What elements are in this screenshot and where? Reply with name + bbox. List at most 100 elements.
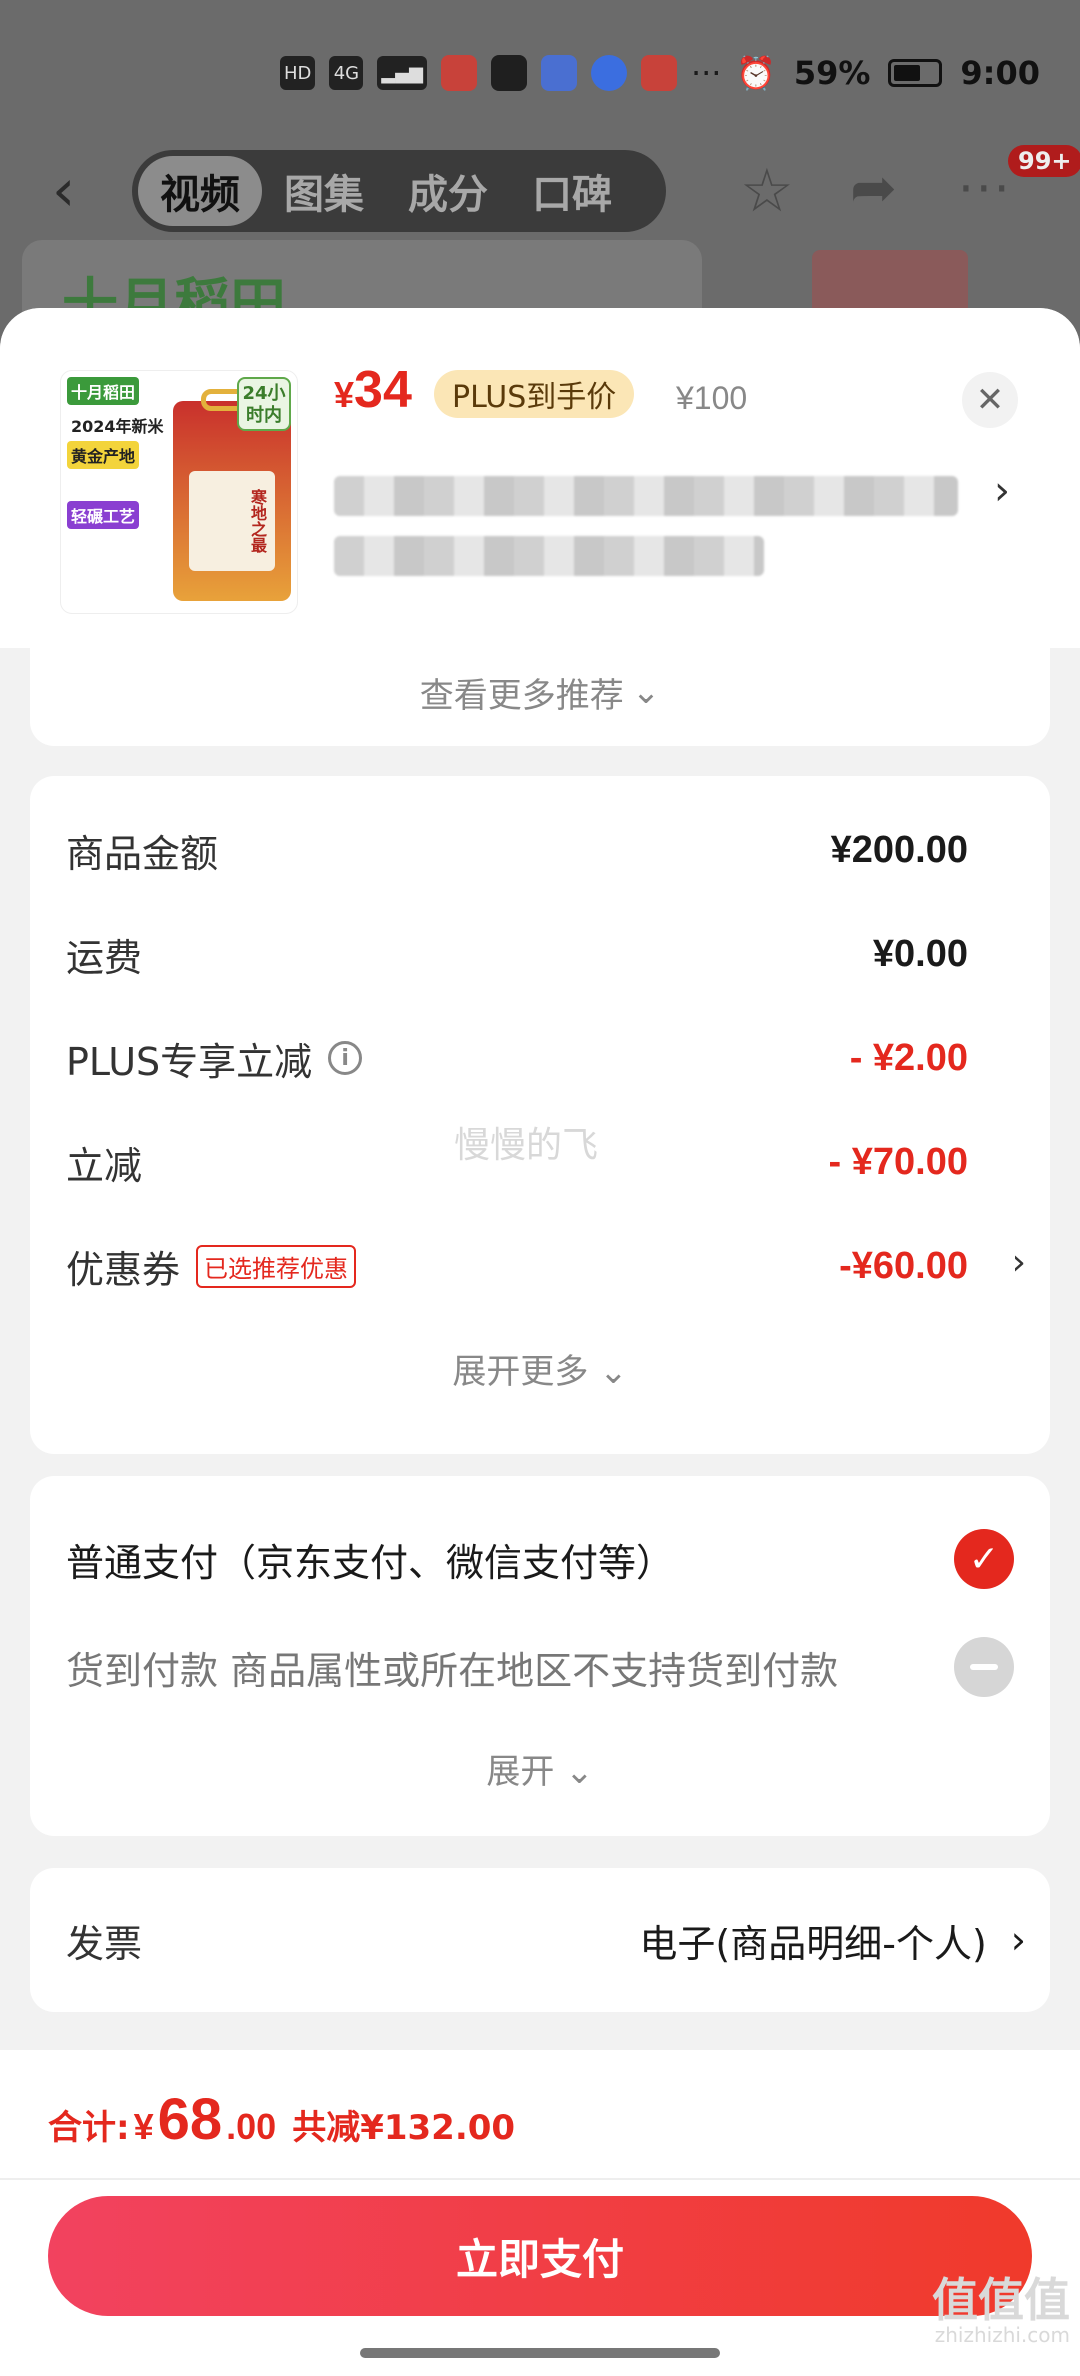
fee-label-wrap: PLUS专享立减 i	[66, 1031, 363, 1086]
footer-divider	[0, 2178, 1080, 2180]
site-watermark-url: zhizhizhi.com	[934, 2323, 1070, 2347]
share-icon[interactable]: ➦	[850, 156, 897, 221]
notification-badge: 99+	[1008, 145, 1080, 177]
favorite-star-icon[interactable]: ☆	[740, 156, 794, 226]
payment-option-normal[interactable]: 普通支付（京东支付、微信支付等） ✓	[66, 1524, 1014, 1594]
fee-breakdown-card: 商品金额 ¥200.00 运费 ¥0.00 PLUS专享立减 i - ¥2.00…	[30, 776, 1050, 1454]
jd-app-icon-2	[640, 55, 677, 91]
music-app-icon	[540, 55, 577, 91]
checkmark-selected-icon[interactable]: ✓	[954, 1529, 1014, 1589]
product-card: 十月稻田 2024年新米 黄金产地 轻碾工艺 寒地之最 24小时内 ¥34 PL…	[0, 308, 1080, 648]
plus-price-tag: PLUS到手价	[434, 370, 635, 418]
fee-label: 商品金额	[66, 831, 219, 876]
product-image[interactable]: 十月稻田 2024年新米 黄金产地 轻碾工艺 寒地之最 24小时内	[60, 370, 298, 614]
rice-bag-label: 寒地之最	[189, 471, 275, 571]
final-price: ¥34	[334, 360, 412, 420]
invoice-value: 电子(商品明细-个人)	[639, 1921, 987, 1966]
hd-icon: HD	[280, 56, 316, 90]
fee-row-coupon[interactable]: 优惠券 已选推荐优惠 -¥60.00	[66, 1236, 968, 1296]
calendar-app-icon	[490, 55, 527, 91]
background-page: HD 4G ▂▄▆ ··· ⏰ 59% 9:00 ‹ 视频 图集 成分 口碑 ☆…	[0, 0, 1080, 340]
price-currency: ¥	[334, 374, 355, 415]
invoice-label: 发票	[66, 1921, 143, 1966]
more-notifications-icon: ···	[690, 54, 722, 92]
image-24h-badge: 24小时内	[237, 377, 291, 431]
pay-now-button[interactable]: 立即支付	[48, 2196, 1032, 2316]
network-icon: 4G	[329, 56, 364, 90]
alarm-icon: ⏰	[735, 54, 776, 92]
total-label: 合计:	[48, 2108, 130, 2148]
fee-label: 优惠券	[66, 1247, 181, 1292]
chevron-right-icon[interactable]: ›	[994, 468, 1010, 514]
chevron-down-icon: ⌄	[631, 672, 661, 712]
fee-row-plus-discount: PLUS专享立减 i - ¥2.00	[66, 1028, 968, 1088]
chevron-down-icon: ⌄	[565, 1752, 594, 1792]
payment-method-card: 普通支付（京东支付、微信支付等） ✓ 货到付款 商品属性或所在地区不支持货到付款…	[30, 1476, 1050, 1836]
home-indicator[interactable]	[360, 2348, 720, 2358]
payment-expand-label: 展开	[486, 1752, 555, 1792]
battery-percent: 59%	[793, 54, 871, 92]
fee-value: ¥200.00	[830, 828, 968, 871]
back-icon[interactable]: ‹	[52, 161, 92, 219]
fee-value: - ¥70.00	[828, 1140, 968, 1183]
image-new-rice-label: 2024年新米	[71, 417, 164, 436]
fee-value: ¥0.00	[872, 932, 968, 975]
fee-label: PLUS专享立减	[66, 1039, 313, 1084]
fee-row-shipping: 运费 ¥0.00	[66, 924, 968, 984]
blurred-title-line-2	[334, 536, 764, 576]
invoice-card[interactable]: 发票 电子(商品明细-个人) ›	[30, 1868, 1050, 2012]
tab-gallery[interactable]: 图集	[262, 156, 386, 226]
site-watermark: 值值值 zhizhizhi.com	[932, 2276, 1070, 2346]
fee-row-goods: 商品金额 ¥200.00	[66, 820, 968, 880]
status-bar: HD 4G ▂▄▆ ··· ⏰ 59% 9:00	[0, 40, 1080, 110]
coupon-selected-tag: 已选推荐优惠	[196, 1244, 357, 1288]
invoice-value-wrap: 电子(商品明细-个人) ›	[639, 1913, 1026, 1968]
price-value: 34	[354, 361, 412, 419]
close-icon[interactable]: ✕	[962, 372, 1018, 428]
tab-reviews[interactable]: 口碑	[510, 156, 634, 226]
fee-label: 立减	[66, 1143, 143, 1188]
clock: 9:00	[960, 54, 1040, 92]
fee-label: 运费	[66, 935, 143, 980]
status-icons-right: ⏰ 59% 9:00	[736, 54, 1040, 92]
total-currency: ¥	[133, 2106, 154, 2147]
expand-more-label: 展开更多	[452, 1352, 589, 1392]
tab-video[interactable]: 视频	[138, 156, 262, 226]
blurred-title-line-1	[334, 476, 958, 516]
product-image-left-panel: 十月稻田 2024年新米 黄金产地 轻碾工艺	[61, 371, 171, 613]
total-saved: 共减¥132.00	[292, 2108, 516, 2148]
browser-app-icon	[590, 55, 627, 91]
status-icons-left: HD 4G ▂▄▆ ···	[280, 54, 721, 92]
image-origin-label: 黄金产地	[67, 441, 140, 469]
top-nav: ‹ 视频 图集 成分 口碑 ☆ ➦ ···	[0, 150, 1080, 232]
more-menu-icon[interactable]: ···	[958, 160, 1012, 218]
site-watermark-text: 值值值	[932, 2273, 1070, 2327]
checkout-footer: 合计: ¥ 68 .00 共减¥132.00 立即支付 值值值 zhizhizh…	[0, 2050, 1080, 2376]
chevron-right-icon[interactable]: ›	[1012, 1242, 1026, 1283]
payment-option-label: 普通支付（京东支付、微信支付等）	[66, 1540, 675, 1585]
total-summary: 合计: ¥ 68 .00 共减¥132.00	[48, 2086, 515, 2153]
fee-value: -¥60.00	[839, 1244, 968, 1287]
disabled-option-icon	[954, 1637, 1014, 1697]
fee-label-wrap: 优惠券 已选推荐优惠	[66, 1239, 357, 1294]
original-price: ¥100	[676, 380, 748, 416]
total-amount-integer: 68	[157, 2087, 223, 2152]
payment-option-label: 货到付款 商品属性或所在地区不支持货到付款	[66, 1648, 839, 1693]
more-recommendations-label: 查看更多推荐	[419, 675, 624, 716]
fee-value: - ¥2.00	[849, 1036, 968, 1079]
jd-app-icon	[440, 55, 477, 91]
image-process-label: 轻碾工艺	[67, 501, 140, 529]
chevron-right-icon: ›	[1010, 1918, 1026, 1962]
expand-more-button[interactable]: 展开更多 ⌄	[30, 1344, 1050, 1393]
more-recommendations-button[interactable]: 查看更多推荐 ⌄	[30, 638, 1050, 746]
battery-icon	[888, 59, 943, 87]
tab-ingredients[interactable]: 成分	[386, 156, 510, 226]
total-amount-decimal: .00	[226, 2106, 277, 2147]
payment-option-cod: 货到付款 商品属性或所在地区不支持货到付款	[66, 1632, 1014, 1702]
payment-expand-button[interactable]: 展开 ⌄	[30, 1744, 1050, 1793]
content-tabs: 视频 图集 成分 口碑	[132, 150, 666, 232]
invoice-row[interactable]: 发票 电子(商品明细-个人) ›	[66, 1868, 1026, 2012]
info-icon[interactable]: i	[328, 1041, 363, 1075]
user-watermark: 慢慢的飞	[454, 1125, 599, 1166]
chevron-down-icon: ⌄	[599, 1352, 628, 1392]
